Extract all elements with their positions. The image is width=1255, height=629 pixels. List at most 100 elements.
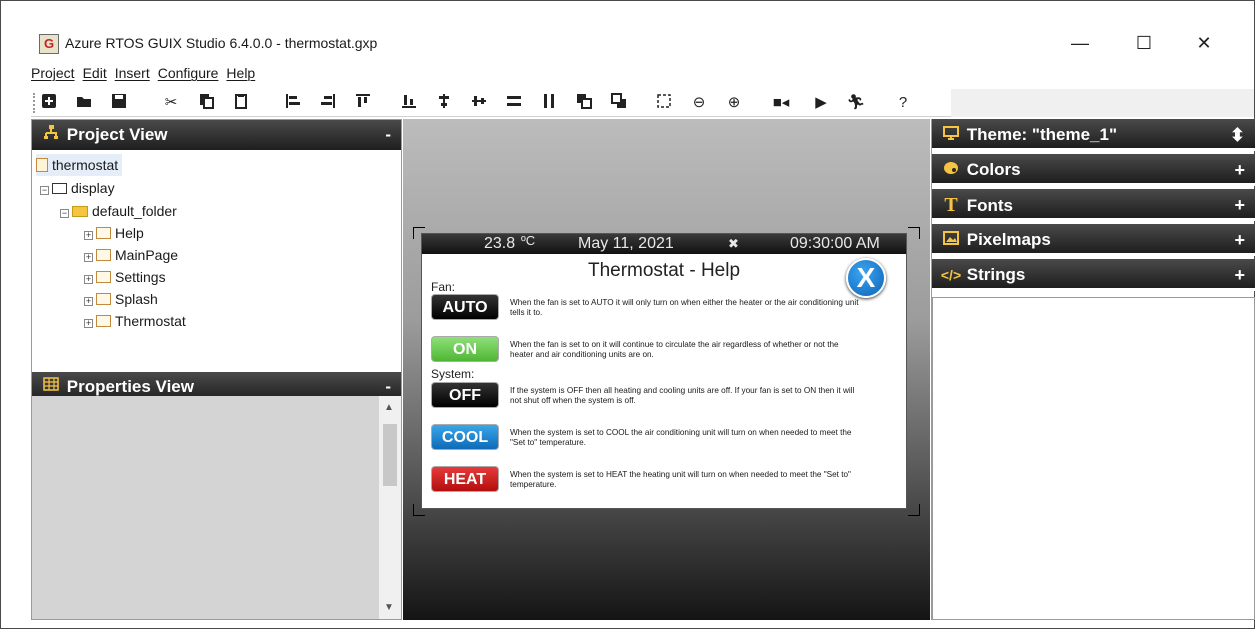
window-title: Azure RTOS GUIX Studio 6.4.0.0 - thermos… — [65, 35, 378, 51]
align-left-icon[interactable] — [283, 93, 303, 113]
heat-button[interactable]: HEAT — [431, 466, 499, 492]
date-text: May 11, 2021 — [578, 235, 674, 252]
project-tree: thermostat − display − default_folder + Hel… — [32, 150, 401, 366]
help-title: Thermostat - Help — [587, 260, 741, 281]
bring-to-front-icon[interactable] — [574, 93, 594, 113]
project-view-header[interactable]: Project View - — [32, 120, 401, 150]
record-macro-icon[interactable]: ■◂ — [771, 93, 791, 113]
v-center-icon[interactable] — [434, 93, 454, 113]
expand-icon[interactable]: + — [84, 231, 93, 240]
zoom-out-icon[interactable]: ⊖ — [689, 93, 709, 113]
expand-icon[interactable]: + — [84, 319, 93, 328]
close-window-button[interactable]: ✕ — [1181, 29, 1227, 57]
gui-studio-logo-icon: G — [39, 34, 59, 54]
expand-icon[interactable]: + — [84, 297, 93, 306]
strings-header[interactable]: </> Strings + — [932, 259, 1255, 291]
toolbar-empty-area — [951, 89, 1254, 117]
project-view-collapse-button[interactable]: - — [385, 120, 391, 150]
collapse-icon[interactable]: − — [40, 186, 49, 195]
fonts-label: Fonts — [966, 196, 1014, 215]
auto-button[interactable]: AUTO — [431, 294, 499, 320]
properties-scrollbar[interactable]: ▲ ▼ — [379, 396, 401, 619]
collapse-icon[interactable]: − — [60, 209, 69, 218]
scroll-down-icon[interactable]: ▼ — [384, 602, 394, 613]
align-bottom-icon[interactable] — [399, 93, 419, 113]
tree-item-label: Settings — [115, 269, 166, 285]
size-to-content-icon[interactable] — [654, 93, 674, 113]
cut-icon[interactable]: ✂ — [161, 93, 181, 113]
tree-item-thermostat[interactable]: thermostat — [36, 154, 123, 176]
tree-item-help[interactable]: + Help — [84, 222, 144, 244]
tree-item-display[interactable]: − display — [40, 177, 115, 199]
menu-project[interactable]: Project — [31, 63, 75, 87]
tree-item-thermostat-screen[interactable]: + Thermostat — [84, 310, 186, 332]
help-screen-preview[interactable]: 23.8 ºC May 11, 2021 ✖ 09:30:00 AM Therm… — [421, 233, 907, 509]
toolbar: ✂ ⊖ ⊕ ■◂ ▶ 🏃︎ ? — [31, 89, 1254, 117]
send-to-back-icon[interactable] — [609, 93, 629, 113]
fan-label: Fan: — [431, 280, 456, 294]
maximize-button[interactable]: ☐ — [1121, 29, 1167, 57]
new-project-icon[interactable] — [39, 93, 59, 113]
menu-configure[interactable]: Configure — [158, 63, 219, 87]
menu-bar: Project Edit Insert Configure Help — [31, 63, 263, 87]
equal-width-icon[interactable] — [504, 93, 524, 113]
project-file-icon — [36, 158, 48, 172]
menu-insert[interactable]: Insert — [115, 63, 150, 87]
theme-label: Theme: "theme_1" — [966, 125, 1118, 144]
playback-icon[interactable]: ▶ — [811, 93, 831, 113]
run-icon[interactable]: 🏃︎ — [846, 93, 866, 113]
code-icon: </> — [940, 267, 962, 283]
resource-content-area — [932, 297, 1255, 620]
scrollbar-thumb[interactable] — [383, 424, 397, 486]
theme-selector-icon[interactable]: ⬍ — [1230, 119, 1245, 151]
menu-help[interactable]: Help — [226, 63, 255, 87]
tree-item-splash[interactable]: + Splash — [84, 288, 158, 310]
design-canvas[interactable]: 23.8 ºC May 11, 2021 ✖ 09:30:00 AM Therm… — [403, 119, 930, 620]
open-icon[interactable] — [74, 93, 94, 113]
tree-item-label: display — [71, 180, 115, 196]
align-right-icon[interactable] — [318, 93, 338, 113]
fonts-header[interactable]: T Fonts + — [932, 189, 1255, 221]
colors-header[interactable]: Colors + — [932, 154, 1255, 186]
properties-view-title: Properties View — [66, 377, 194, 396]
copy-icon[interactable] — [196, 93, 216, 113]
tree-item-settings[interactable]: + Settings — [84, 266, 166, 288]
folder-icon — [72, 206, 88, 217]
tree-item-label: Thermostat — [115, 313, 186, 329]
off-button[interactable]: OFF — [431, 382, 499, 408]
scroll-up-icon[interactable]: ▲ — [384, 402, 394, 413]
equal-height-icon[interactable] — [539, 93, 559, 113]
expand-icon[interactable]: + — [84, 275, 93, 284]
save-icon[interactable] — [109, 93, 129, 113]
pixelmaps-label: Pixelmaps — [966, 230, 1051, 249]
pixelmaps-header[interactable]: Pixelmaps + — [932, 224, 1255, 256]
pixelmaps-expand-button[interactable]: + — [1234, 224, 1245, 256]
align-top-icon[interactable] — [353, 93, 373, 113]
screen-icon — [96, 271, 111, 283]
expand-icon[interactable]: + — [84, 253, 93, 262]
selection-corner-tr[interactable] — [908, 227, 920, 239]
screen-icon — [96, 293, 111, 305]
project-tree-icon — [40, 120, 62, 150]
help-icon[interactable]: ? — [893, 93, 913, 113]
tree-item-mainpage[interactable]: + MainPage — [84, 244, 178, 266]
menu-edit[interactable]: Edit — [83, 63, 107, 87]
close-help-button[interactable]: X — [846, 258, 886, 298]
paste-icon[interactable] — [231, 93, 251, 113]
colors-expand-button[interactable]: + — [1234, 154, 1245, 186]
h-center-icon[interactable] — [469, 93, 489, 113]
cool-button[interactable]: COOL — [431, 424, 499, 450]
tree-item-label: Help — [115, 225, 144, 241]
on-button[interactable]: ON — [431, 336, 499, 362]
left-dock: Project View - thermostat − display − defa… — [31, 119, 402, 620]
system-label: System: — [431, 367, 475, 381]
fonts-expand-button[interactable]: + — [1234, 189, 1245, 221]
tree-item-default-folder[interactable]: − default_folder — [60, 200, 177, 222]
zoom-in-icon[interactable]: ⊕ — [724, 93, 744, 113]
toolbar-grip[interactable] — [33, 93, 36, 113]
cool-description: When the system is set to COOL the air c… — [510, 428, 852, 447]
theme-header[interactable]: Theme: "theme_1" ⬍ — [932, 119, 1255, 151]
selection-corner-br[interactable] — [908, 504, 920, 516]
strings-expand-button[interactable]: + — [1234, 259, 1245, 291]
minimize-button[interactable]: — — [1057, 29, 1103, 57]
